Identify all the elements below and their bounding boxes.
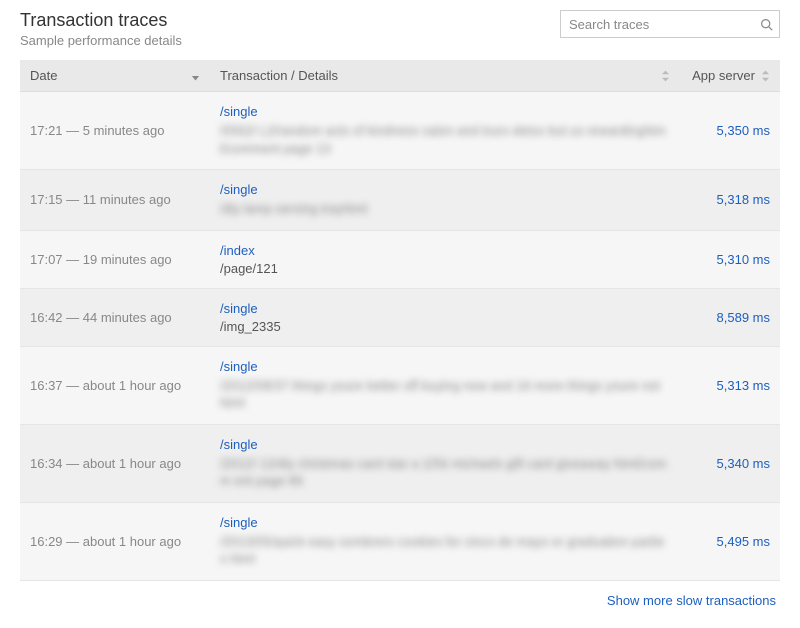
col-app-server[interactable]: App server [680, 60, 780, 92]
trace-details-cell: /single/diy lamp serving trayhtml [210, 170, 680, 231]
table-row: 16:29 — about 1 hour ago/single/2013/05/… [20, 502, 780, 580]
app-server-link[interactable]: 5,318 ms [717, 192, 770, 207]
trace-date: 17:21 — 5 minutes ago [20, 92, 210, 170]
transaction-link[interactable]: /index [220, 243, 255, 258]
search-box[interactable] [560, 10, 780, 38]
col-date[interactable]: Date [20, 60, 210, 92]
trace-details-cell: /single/2013/05/quick easy sombrero cook… [210, 502, 680, 580]
trace-date: 16:34 — about 1 hour ago [20, 424, 210, 502]
trace-details-cell: /single/2012/ 12/diy christmas card star… [210, 424, 680, 502]
table-row: 16:37 — about 1 hour ago/single/2012/08/… [20, 346, 780, 424]
trace-details-cell: /single/2012/08/37 things youre better o… [210, 346, 680, 424]
app-server-link[interactable]: 8,589 ms [717, 310, 770, 325]
table-row: 17:07 — 19 minutes ago/index/page/121 5,3… [20, 230, 780, 288]
sort-desc-icon [191, 70, 200, 82]
app-server-time: 8,589 ms [680, 288, 780, 346]
col-transaction-label: Transaction / Details [220, 68, 338, 83]
app-server-time: 5,318 ms [680, 170, 780, 231]
transaction-detail: /2012/08/37 things youre better off buyi… [220, 377, 670, 412]
panel-header: Transaction traces Sample performance de… [20, 10, 780, 48]
app-server-link[interactable]: 5,350 ms [717, 123, 770, 138]
transaction-link[interactable]: /single [220, 359, 258, 374]
search-input[interactable] [569, 17, 760, 32]
transaction-detail: /2013/05/quick easy sombrero cookies for… [220, 533, 670, 568]
transaction-link[interactable]: /single [220, 182, 258, 197]
traces-table: Date Transaction / Details App server [20, 60, 780, 581]
app-server-link[interactable]: 5,340 ms [717, 456, 770, 471]
table-row: 17:15 — 11 minutes ago/single/diy lamp s… [20, 170, 780, 231]
trace-date: 17:15 — 11 minutes ago [20, 170, 210, 231]
transaction-detail: /diy lamp serving trayhtml [220, 200, 670, 218]
trace-date: 17:07 — 19 minutes ago [20, 230, 210, 288]
transaction-detail: /0562/ L2/random acts of kindness salon … [220, 122, 670, 157]
col-app-server-label: App server [692, 68, 755, 83]
app-server-time: 5,340 ms [680, 424, 780, 502]
transaction-link[interactable]: /single [220, 515, 258, 530]
table-row: 17:21 — 5 minutes ago/single/0562/ L2/ra… [20, 92, 780, 170]
transaction-detail: /page/121 [220, 261, 670, 276]
page-subtitle: Sample performance details [20, 33, 182, 48]
transaction-detail: /img_2335 [220, 319, 670, 334]
trace-date: 16:42 — 44 minutes ago [20, 288, 210, 346]
app-server-link[interactable]: 5,495 ms [717, 534, 770, 549]
show-more-link[interactable]: Show more slow transactions [607, 593, 776, 608]
app-server-link[interactable]: 5,313 ms [717, 378, 770, 393]
sort-both-icon [661, 70, 670, 82]
page-title: Transaction traces [20, 10, 182, 31]
app-server-time: 5,310 ms [680, 230, 780, 288]
search-icon [760, 18, 773, 31]
trace-details-cell: /index/page/121 [210, 230, 680, 288]
sort-both-icon [761, 70, 770, 82]
trace-date: 16:29 — about 1 hour ago [20, 502, 210, 580]
col-date-label: Date [30, 68, 57, 83]
trace-date: 16:37 — about 1 hour ago [20, 346, 210, 424]
transaction-link[interactable]: /single [220, 437, 258, 452]
trace-details-cell: /single/0562/ L2/random acts of kindness… [210, 92, 680, 170]
app-server-link[interactable]: 5,310 ms [717, 252, 770, 267]
trace-details-cell: /single/img_2335 [210, 288, 680, 346]
app-server-time: 5,350 ms [680, 92, 780, 170]
app-server-time: 5,313 ms [680, 346, 780, 424]
table-row: 16:42 — 44 minutes ago/single/img_2335 8,… [20, 288, 780, 346]
table-row: 16:34 — about 1 hour ago/single/2012/ 12… [20, 424, 780, 502]
col-transaction[interactable]: Transaction / Details [210, 60, 680, 92]
transaction-link[interactable]: /single [220, 301, 258, 316]
transaction-link[interactable]: /single [220, 104, 258, 119]
app-server-time: 5,495 ms [680, 502, 780, 580]
transaction-detail: /2012/ 12/diy christmas card star a 1/56… [220, 455, 670, 490]
